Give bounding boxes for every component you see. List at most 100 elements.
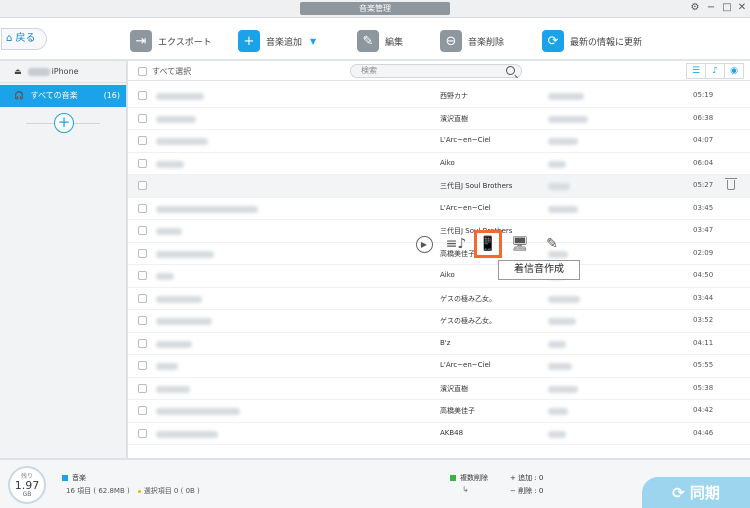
close-icon[interactable]: ✕ — [735, 2, 749, 13]
back-label: 戻る — [15, 33, 36, 44]
table-row[interactable]: 西野カナ 05:19 — [128, 85, 750, 108]
table-row[interactable]: ゲスの極み乙女。 03:44 — [128, 288, 750, 310]
sidebar-item-all-music[interactable]: 🎧 すべての音楽 (16) — [0, 85, 126, 107]
artist-cell: 三代目J Soul Brothers — [440, 182, 513, 190]
table-row[interactable]: B'z 04:11 — [128, 333, 750, 355]
song-title-blurred — [156, 250, 214, 258]
ringtone-icon: 📱 — [479, 236, 497, 252]
add-music-icon: + — [238, 30, 260, 52]
song-title-blurred — [156, 115, 196, 123]
row-checkbox[interactable] — [138, 91, 147, 100]
table-row[interactable]: 三代目J Soul Brothers 05:27 — [128, 175, 750, 198]
row-checkbox[interactable] — [138, 136, 147, 145]
duplicate-legend-square — [450, 475, 456, 481]
row-checkbox[interactable] — [138, 113, 147, 123]
music-table: 西野カナ 05:19 濱沢直樹 06:38 L'Arc~en~Ciel 04:07 Aiko… — [128, 85, 750, 445]
row-checkbox[interactable] — [138, 338, 147, 348]
row-checkbox[interactable] — [138, 158, 147, 168]
row-checkbox[interactable] — [138, 383, 147, 393]
storage-unit: GB — [22, 491, 32, 498]
list-view-icon[interactable]: ☰ — [686, 63, 706, 79]
return-arrow-icon: ↳ — [462, 485, 469, 494]
edit-button[interactable]: ✎ 編集 — [357, 28, 403, 54]
row-checkbox[interactable] — [138, 406, 147, 415]
storage-indicator: 残り 1.97 GB — [8, 466, 46, 504]
monitor-icon: 🖥 — [511, 236, 529, 252]
add-to-playlist-button[interactable]: ≡♪ — [442, 230, 470, 258]
album-blurred — [548, 318, 576, 325]
row-checkbox[interactable] — [138, 226, 147, 235]
export-button[interactable]: ⇥ エクスポート — [130, 28, 212, 54]
sync-label: 同期 — [689, 484, 720, 502]
duration-cell: 04:42 — [693, 406, 714, 414]
song-title-blurred — [156, 138, 208, 145]
edit-info-button[interactable]: ✎ — [538, 230, 566, 258]
album-blurred — [548, 408, 568, 415]
add-playlist-area: + — [0, 107, 126, 141]
row-checkbox[interactable] — [138, 293, 147, 303]
home-icon: ⌂ — [6, 33, 13, 44]
back-button[interactable]: ⌂ 戻る — [1, 28, 47, 50]
export-to-pc-button[interactable]: 🖥 — [506, 230, 534, 258]
minimize-icon[interactable]: − — [704, 2, 718, 13]
duplicate-legend: 複数削除 — [450, 473, 488, 483]
trash-icon[interactable] — [725, 178, 737, 190]
select-all[interactable]: すべて選択 — [138, 66, 191, 77]
table-row[interactable]: AKB48 04:46 — [128, 423, 750, 445]
view-toggle-group: ☰ ♪ ◉ — [686, 63, 744, 79]
song-title-blurred — [156, 318, 212, 325]
make-ringtone-button[interactable]: 📱 — [474, 230, 502, 258]
song-title-blurred — [156, 408, 240, 415]
select-all-label: すべて選択 — [152, 67, 192, 76]
maximize-icon[interactable]: □ — [720, 2, 734, 13]
edit-icon: ✎ — [546, 236, 558, 252]
song-title-blurred — [156, 93, 204, 100]
row-checkbox[interactable] — [138, 181, 147, 190]
chevron-down-icon[interactable]: ▼ — [310, 37, 316, 46]
search-input[interactable]: 検索 — [350, 64, 522, 78]
row-checkbox[interactable] — [138, 361, 147, 370]
album-view-icon[interactable]: ◉ — [724, 63, 744, 79]
refresh-button[interactable]: ⟳ 最新の情報に更新 — [542, 28, 642, 54]
duration-cell: 06:04 — [693, 158, 714, 167]
row-checkbox[interactable] — [138, 316, 147, 325]
table-row[interactable]: ゲスの極み乙女。 03:52 — [128, 310, 750, 333]
delete-music-icon: ⊖ — [440, 30, 462, 52]
add-music-label: 音楽追加 — [266, 37, 303, 48]
add-playlist-button[interactable]: + — [54, 113, 74, 133]
device-row[interactable]: ⏏ iPhone — [0, 61, 126, 83]
sidebar-item-label: すべての音楽 — [30, 91, 78, 100]
row-checkbox[interactable] — [138, 428, 147, 438]
footer: 残り 1.97 GB 音楽 16 項目 ( 62.8MB ) 選択項目 0 ( 0… — [0, 459, 750, 508]
table-row[interactable]: 高橋美佳子 04:42 — [128, 400, 750, 423]
table-row[interactable]: 濱沢直樹 06:38 — [128, 108, 750, 130]
artist-view-icon[interactable]: ♪ — [705, 63, 725, 79]
row-checkbox[interactable] — [138, 203, 147, 213]
device-name-blurred — [27, 67, 50, 76]
duration-cell: 04:11 — [693, 338, 714, 347]
duration-cell: 04:46 — [693, 428, 714, 437]
eject-icon[interactable]: ⏏ — [14, 67, 22, 76]
table-row[interactable]: L'Arc~en~Ciel 05:55 — [128, 355, 750, 378]
album-blurred — [548, 430, 566, 438]
table-row[interactable]: Aiko 04:50 — [128, 265, 750, 288]
search-icon[interactable] — [506, 66, 515, 75]
table-row[interactable]: L'Arc~en~Ciel 04:07 — [128, 130, 750, 153]
table-row[interactable]: L'Arc~en~Ciel 03:45 — [128, 198, 750, 220]
device-name: iPhone — [51, 67, 79, 76]
row-checkbox[interactable] — [138, 271, 147, 280]
refresh-label: 最新の情報に更新 — [570, 37, 643, 48]
delete-music-button[interactable]: ⊖ 音楽削除 — [440, 28, 504, 54]
select-all-checkbox[interactable] — [138, 67, 147, 76]
row-checkbox[interactable] — [138, 248, 147, 258]
sidebar-item-count: (16) — [103, 91, 120, 100]
settings-icon[interactable]: ⚙ — [688, 2, 702, 13]
artist-cell: B'z — [440, 338, 451, 347]
add-music-button[interactable]: + 音楽追加 ▼ — [238, 28, 316, 54]
album-blurred — [548, 205, 578, 213]
table-row[interactable]: Aiko 06:04 — [128, 153, 750, 175]
play-button[interactable]: ▶ — [410, 230, 438, 258]
sync-button[interactable]: ⟳ 同期 — [642, 477, 750, 508]
table-row[interactable]: 濱沢直樹 05:38 — [128, 378, 750, 400]
song-title-blurred — [156, 228, 182, 235]
